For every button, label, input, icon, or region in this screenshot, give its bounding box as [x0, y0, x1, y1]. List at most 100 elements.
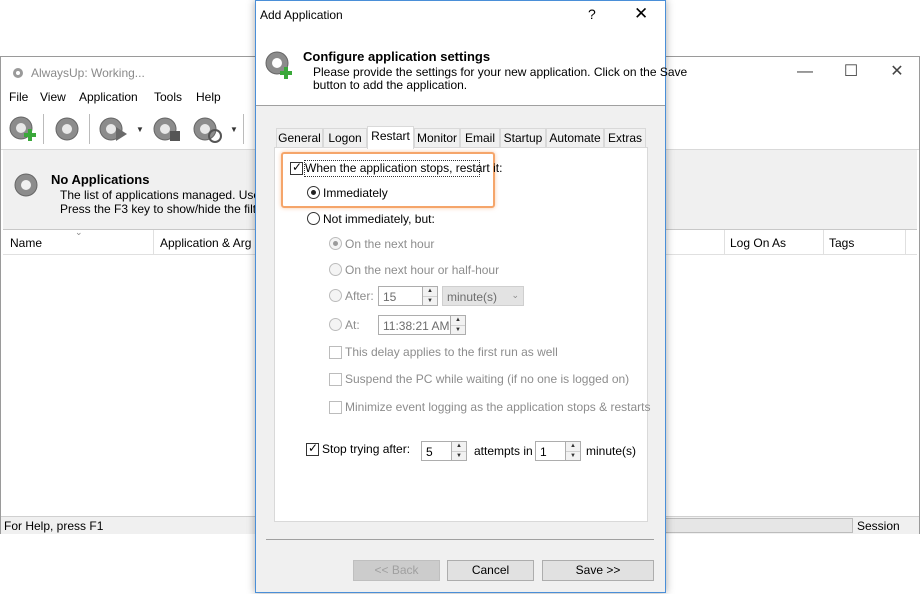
dialog-titlebar: Add Application ? ✕ — [256, 1, 665, 31]
next-hour-radio[interactable] — [329, 237, 342, 250]
dialog-header-title: Configure application settings — [303, 49, 491, 64]
first-run-label: This delay applies to the first run as w… — [345, 345, 558, 359]
save-button[interactable]: Save >> — [542, 560, 654, 581]
dialog-header: Configure application settings Please pr… — [256, 31, 687, 106]
column-application[interactable]: Application & Arg — [160, 236, 251, 250]
add-application-dialog: Add Application ? ✕ Configure applicatio… — [255, 0, 687, 593]
after-unit-value: minute(s) — [447, 290, 498, 304]
info-title: No Applications — [51, 172, 150, 187]
close-button[interactable]: ✕ — [882, 61, 912, 83]
sort-chevron-icon: ⌄ — [75, 227, 83, 237]
status-session: Session — [857, 519, 900, 533]
menu-help[interactable]: Help — [196, 90, 221, 104]
minimize-button[interactable]: — — [790, 61, 820, 83]
immediately-label[interactable]: Immediately — [323, 186, 388, 200]
toolbar-separator — [89, 114, 90, 144]
attempts-spinner[interactable]: 5 ▲ ▼ — [421, 441, 467, 461]
restart-checkbox[interactable]: ✓ — [290, 160, 303, 175]
column-separator[interactable] — [905, 230, 906, 255]
restart-checkbox-label[interactable]: When the application stops, restart it: — [305, 161, 502, 175]
stop-application-icon[interactable] — [151, 113, 183, 145]
stop-trying-label[interactable]: Stop trying after: — [322, 442, 410, 456]
immediately-radio[interactable] — [307, 186, 320, 199]
dialog-header-line: Please provide the settings for your new… — [313, 65, 688, 79]
spin-down-icon[interactable]: ▼ — [423, 296, 437, 305]
chevron-down-icon[interactable]: ▼ — [136, 125, 144, 134]
info-line: The list of applications managed. Use th… — [60, 188, 281, 202]
cancel-button[interactable]: Cancel — [447, 560, 534, 581]
next-half-hour-radio[interactable] — [329, 263, 342, 276]
not-immediately-radio[interactable] — [307, 212, 320, 225]
menu-file[interactable]: File — [9, 90, 28, 104]
column-separator[interactable] — [153, 230, 154, 255]
minutes-label: minute(s) — [586, 444, 637, 458]
dialog-close-button[interactable]: ✕ — [634, 4, 648, 24]
tab-startup[interactable]: Startup — [500, 128, 546, 148]
tab-restart[interactable]: Restart — [367, 126, 414, 149]
spin-down-icon[interactable]: ▼ — [566, 451, 580, 460]
attempts-value: 5 — [426, 445, 433, 459]
not-immediately-label[interactable]: Not immediately, but: — [323, 212, 435, 226]
info-line: Press the F3 key to show/hide the filter… — [60, 202, 277, 216]
tab-automate[interactable]: Automate — [546, 128, 604, 148]
after-radio[interactable] — [329, 289, 342, 302]
minutes-value: 1 — [540, 445, 547, 459]
start-application-icon[interactable] — [97, 113, 129, 145]
after-unit-dropdown[interactable]: minute(s) ⌄ — [442, 286, 524, 306]
first-run-checkbox[interactable] — [329, 346, 342, 359]
gear-icon — [14, 173, 38, 197]
minimize-logging-label: Minimize event logging as the applicatio… — [345, 400, 651, 414]
after-label: After: — [345, 289, 374, 303]
status-help-text: For Help, press F1 — [4, 519, 104, 533]
add-application-icon — [265, 51, 292, 79]
attempts-label: attempts in — [474, 444, 533, 458]
minimize-logging-checkbox[interactable] — [329, 401, 342, 414]
maximize-button[interactable]: ☐ — [836, 61, 866, 83]
menu-tools[interactable]: Tools — [154, 90, 182, 104]
at-radio[interactable] — [329, 318, 342, 331]
chevron-down-icon: ⌄ — [511, 290, 519, 300]
column-tags[interactable]: Tags — [829, 236, 854, 250]
spin-up-icon[interactable]: ▲ — [451, 316, 465, 325]
help-button[interactable]: ? — [588, 6, 596, 22]
menu-application[interactable]: Application — [79, 90, 138, 104]
back-button[interactable]: << Back — [353, 560, 440, 581]
tab-general[interactable]: General — [276, 128, 323, 148]
spin-down-icon[interactable]: ▼ — [451, 325, 465, 334]
suspend-checkbox[interactable] — [329, 373, 342, 386]
toolbar-separator — [243, 114, 244, 144]
column-separator[interactable] — [823, 230, 824, 255]
after-minutes-spinner[interactable]: 15 ▲ ▼ — [378, 286, 438, 306]
spin-up-icon[interactable]: ▲ — [566, 442, 580, 451]
next-half-hour-label: On the next hour or half-hour — [345, 263, 500, 277]
column-separator[interactable] — [724, 230, 725, 255]
next-hour-label: On the next hour — [345, 237, 435, 251]
at-label: At: — [345, 318, 360, 332]
at-time-value: 11:38:21 AM — [383, 319, 450, 333]
checkmark-icon: ✓ — [308, 441, 319, 455]
checkmark-icon: ✓ — [292, 160, 303, 174]
status-progress — [663, 518, 853, 533]
column-name[interactable]: Name — [10, 236, 42, 250]
suspend-label: Suspend the PC while waiting (if no one … — [345, 372, 630, 386]
tab-monitor[interactable]: Monitor — [414, 128, 460, 148]
menu-view[interactable]: View — [40, 90, 66, 104]
stop-trying-checkbox[interactable]: ✓ — [306, 441, 319, 456]
tab-extras[interactable]: Extras — [604, 128, 646, 148]
chevron-down-icon[interactable]: ▼ — [230, 125, 238, 134]
tab-email[interactable]: Email — [460, 128, 500, 148]
gear-icon[interactable] — [51, 113, 83, 145]
spin-down-icon[interactable]: ▼ — [452, 451, 466, 460]
dialog-title: Add Application — [260, 8, 343, 22]
toolbar-separator — [43, 114, 44, 144]
minutes-spinner[interactable]: 1 ▲ ▼ — [535, 441, 581, 461]
column-logon[interactable]: Log On As — [730, 236, 786, 250]
after-value: 15 — [383, 290, 397, 304]
add-application-icon[interactable] — [6, 113, 38, 145]
restart-application-icon[interactable] — [191, 113, 223, 145]
dialog-header-line: button to add the application. — [313, 78, 468, 92]
at-time-spinner[interactable]: 11:38:21 AM ▲ ▼ — [378, 315, 466, 335]
tab-logon[interactable]: Logon — [323, 128, 367, 148]
spin-up-icon[interactable]: ▲ — [423, 287, 437, 296]
spin-up-icon[interactable]: ▲ — [452, 442, 466, 451]
